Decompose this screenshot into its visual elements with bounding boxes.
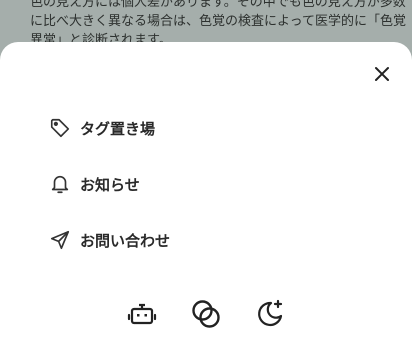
background-text-line: に比べ大きく異なる場合は、色覚の検査によって医学的に「色覚: [30, 14, 406, 29]
bottom-icon-bar: [0, 298, 412, 332]
menu-item-label: お知らせ: [80, 175, 140, 194]
menu-item-contact[interactable]: お問い合わせ: [48, 224, 170, 256]
menu-item-tags[interactable]: タグ置き場: [48, 112, 170, 144]
close-button[interactable]: [372, 64, 392, 84]
menu-item-label: タグ置き場: [80, 119, 156, 138]
robot-icon[interactable]: [126, 298, 158, 330]
send-icon: [48, 228, 72, 252]
menu-sheet: タグ置き場 お知らせ お問い合わせ: [0, 42, 412, 352]
moon-sparkle-icon[interactable]: [254, 298, 286, 330]
bell-icon: [48, 172, 72, 196]
overlap-circles-icon[interactable]: [190, 298, 222, 330]
menu-item-label: お問い合わせ: [80, 231, 171, 250]
menu-item-notifications[interactable]: お知らせ: [48, 168, 170, 200]
menu-list: タグ置き場 お知らせ お問い合わせ: [48, 112, 170, 280]
tag-icon: [48, 116, 72, 140]
close-icon: [375, 67, 389, 81]
background-text-line: 色の見え方には個人差があります。その中でも色の見え方が多数: [30, 0, 406, 10]
